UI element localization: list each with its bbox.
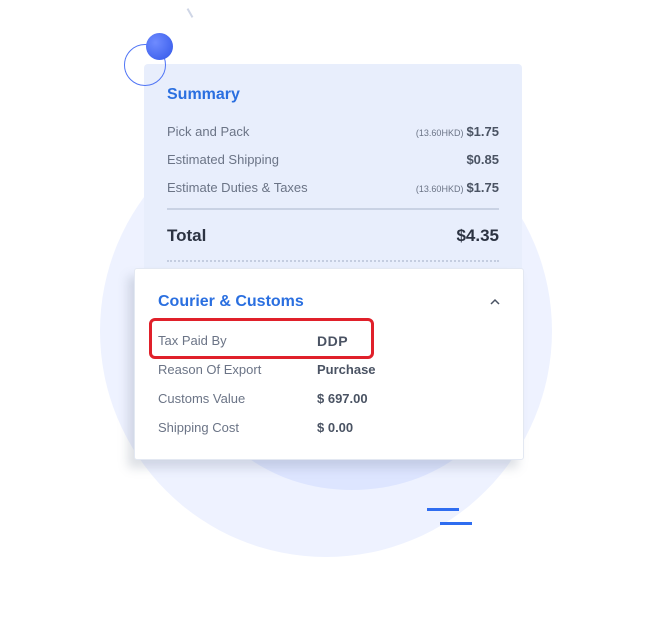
summary-title: Summary [167,86,240,103]
summary-divider [167,208,499,210]
courier-customs-title: Courier & Customs [158,293,304,310]
summary-row-amount: $0.85 [466,152,499,167]
chevron-up-icon[interactable] [490,297,500,307]
summary-row-shipping: Estimated Shipping $0.85 [167,152,499,170]
highlight-box [149,318,374,359]
field-value: $ 697.00 [317,391,368,406]
summary-row-value: $0.85 [463,152,499,167]
total-label: Total [167,226,207,245]
summary-row-note: (13.60HKD) [415,184,464,194]
decorative-line [427,508,459,511]
field-row-customs-value: Customs Value $ 697.00 [158,391,488,409]
field-label: Customs Value [158,391,246,406]
field-label: Shipping Cost [158,420,239,435]
summary-row-amount: $1.75 [466,180,499,195]
field-value: $ 0.00 [317,420,354,435]
total-value: $4.35 [456,226,499,245]
summary-row-label: Estimate Duties & Taxes [167,180,308,195]
summary-row-duties: Estimate Duties & Taxes (13.60HKD) $1.75 [167,180,499,198]
summary-row-amount: $1.75 [466,124,499,139]
summary-row-pick-pack: Pick and Pack (13.60HKD) $1.75 [167,124,499,142]
field-value: Purchase [317,362,376,377]
summary-row-value: (13.60HKD) $1.75 [416,124,499,139]
summary-faint-row [167,260,499,266]
field-label: Reason Of Export [158,362,262,377]
field-row-reason-of-export: Reason Of Export Purchase [158,362,488,380]
summary-card: Summary Pick and Pack (13.60HKD) $1.75 Es… [144,64,522,274]
decorative-line [440,522,472,525]
summary-row-label: Estimated Shipping [167,152,280,167]
summary-row-value: (13.60HKD) $1.75 [416,180,499,195]
summary-row-note: (13.60HKD) [415,128,464,138]
decorative-tick [186,8,194,18]
decorative-dot [146,33,173,60]
summary-total-row: Total $4.35 [167,226,499,246]
summary-row-label: Pick and Pack [167,124,250,139]
courier-customs-card: Courier & Customs Tax Paid By DDP Reason… [134,268,524,460]
field-row-shipping-cost: Shipping Cost $ 0.00 [158,420,488,438]
